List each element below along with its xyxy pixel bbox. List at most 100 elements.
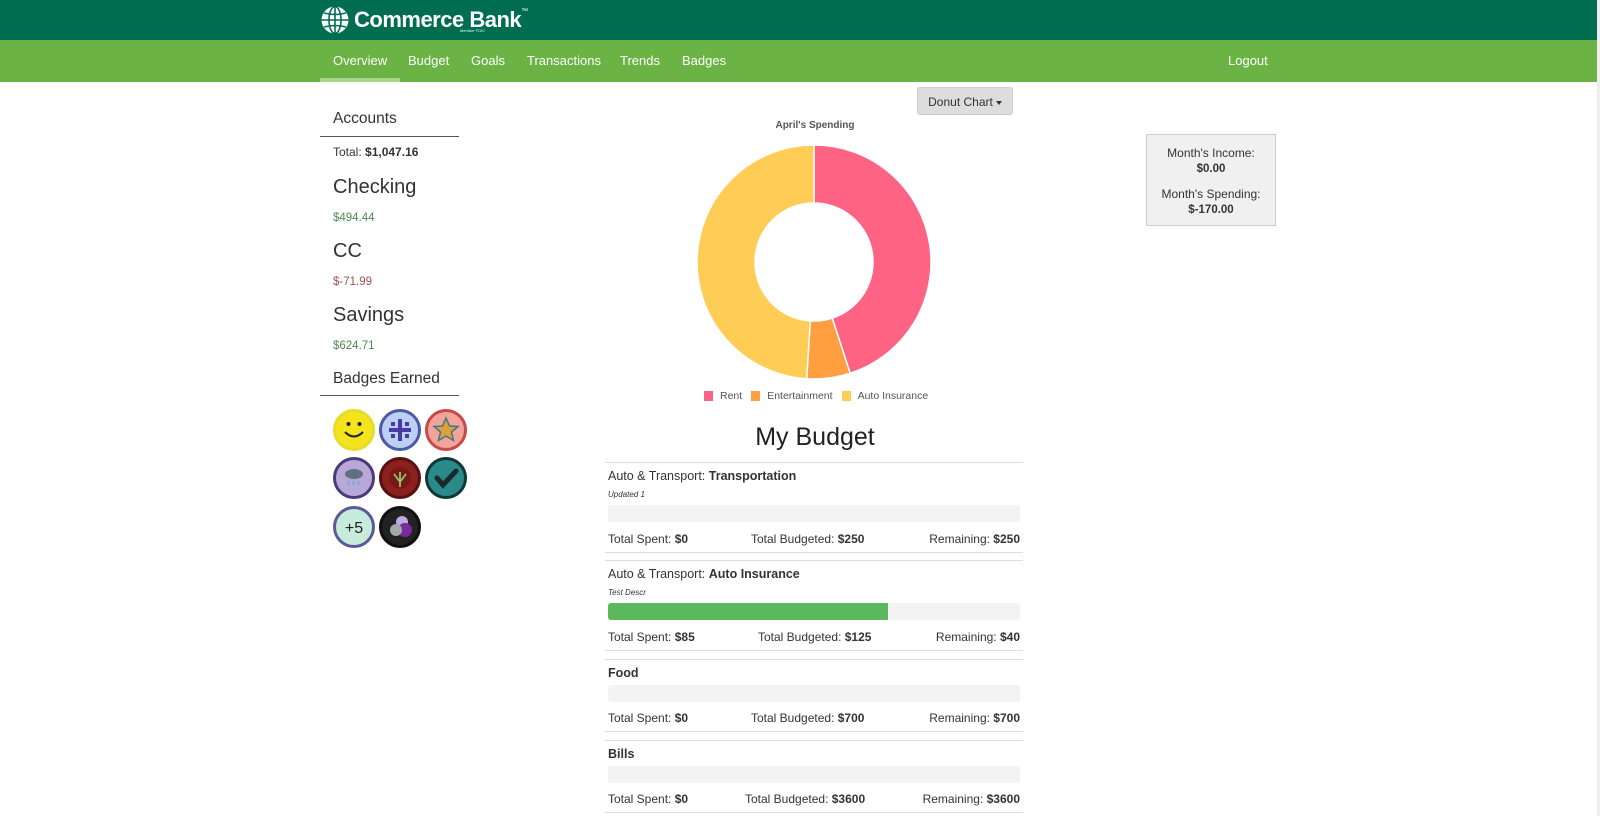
budget-item-header: Auto & Transport: Transportation xyxy=(608,469,796,483)
divider xyxy=(605,812,1023,813)
bank-logo[interactable]: Commerce Bank ™ Member FDIC xyxy=(320,5,528,35)
legend-item[interactable]: Auto Insurance xyxy=(841,390,928,402)
remaining-stat: Remaining: $40 xyxy=(936,630,1020,644)
spent-label: Total Spent: xyxy=(608,532,672,546)
spent-stat: Total Spent: $0 xyxy=(608,711,688,725)
budget-item-name: Transportation xyxy=(708,469,797,483)
spending-value: $-170.00 xyxy=(1188,204,1234,216)
plus-five-badge-icon[interactable]: +5 xyxy=(333,506,375,548)
donut-slice-auto-insurance[interactable] xyxy=(696,144,815,380)
account-balance-checking: $494.44 xyxy=(333,212,375,224)
nav-goals[interactable]: Goals xyxy=(471,40,505,82)
spent-label: Total Spent: xyxy=(608,630,672,644)
nav-budget[interactable]: Budget xyxy=(408,40,449,82)
brand-name: Commerce Bank xyxy=(354,7,522,32)
plant-badge-icon[interactable] xyxy=(379,457,421,499)
remaining-value: $40 xyxy=(999,630,1020,644)
budgeted-label: Total Budgeted: xyxy=(758,630,842,644)
plus-cross-badge-icon[interactable] xyxy=(379,409,421,451)
budgeted-label: Total Budgeted: xyxy=(751,532,835,546)
divider xyxy=(605,731,1023,732)
spent-stat: Total Spent: $0 xyxy=(608,532,688,546)
budgeted-value: $3600 xyxy=(831,792,866,806)
caret-down-icon xyxy=(995,100,1002,105)
divider xyxy=(605,560,1023,561)
plus-five-text: +5 xyxy=(345,520,363,537)
spent-label: Total Spent: xyxy=(608,792,672,806)
globe-logo-icon xyxy=(321,5,349,35)
budget-heading: My Budget xyxy=(755,423,875,451)
logout-link[interactable]: Logout xyxy=(1228,40,1268,82)
legend-swatch xyxy=(841,391,851,401)
budget-item-header: Auto & Transport: Auto Insurance xyxy=(608,567,800,581)
month-summary-box: Month's Income: $0.00 Month's Spending: … xyxy=(1146,134,1276,226)
chart-title: April's Spending xyxy=(775,120,855,131)
star-badge-icon[interactable] xyxy=(425,409,467,451)
legend-label: Entertainment xyxy=(767,390,833,402)
spending-donut-chart[interactable] xyxy=(696,144,932,380)
remaining-value: $250 xyxy=(993,532,1020,546)
spent-value: $0 xyxy=(674,792,689,806)
budget-item-name: Auto Insurance xyxy=(708,567,800,581)
nav-overview[interactable]: Overview xyxy=(319,40,401,82)
budgeted-label: Total Budgeted: xyxy=(751,711,835,725)
budget-item-description: Test Descr xyxy=(608,588,646,597)
budgeted-stat: Total Budgeted: $700 xyxy=(751,711,864,725)
nav-trends[interactable]: Trends xyxy=(620,40,660,82)
remaining-stat: Remaining: $250 xyxy=(929,532,1020,546)
budget-progress-bar xyxy=(608,685,1020,702)
circles-badge-icon[interactable] xyxy=(379,506,421,548)
main-nav: Overview Budget Goals Transactions Trend… xyxy=(0,40,1600,82)
remaining-label: Remaining: xyxy=(922,792,984,806)
accounts-heading: Accounts xyxy=(333,110,397,127)
remaining-label: Remaining: xyxy=(929,532,990,546)
budget-progress-bar xyxy=(608,603,1020,620)
budgeted-stat: Total Budgeted: $125 xyxy=(758,630,871,644)
budgeted-stat: Total Budgeted: $3600 xyxy=(745,792,865,806)
budget-item-description: Updated 1 xyxy=(608,490,645,499)
budget-item-category: Auto & Transport: xyxy=(608,469,706,483)
spent-value: $85 xyxy=(674,630,695,644)
budgeted-value: $250 xyxy=(837,532,865,546)
remaining-value: $3600 xyxy=(986,792,1020,806)
budgeted-label: Total Budgeted: xyxy=(745,792,829,806)
chart-type-label: Donut Chart xyxy=(928,95,993,109)
chart-type-dropdown[interactable]: Donut Chart xyxy=(917,87,1013,115)
budget-item-header: Food xyxy=(608,666,639,680)
checkmark-badge-icon[interactable] xyxy=(425,457,467,499)
remaining-label: Remaining: xyxy=(935,630,997,644)
trademark-mark: ™ xyxy=(521,7,529,15)
legend-swatch xyxy=(751,391,761,401)
budget-progress-bar xyxy=(608,505,1020,522)
progress-fill xyxy=(608,603,889,620)
total-value: $1,047.16 xyxy=(365,145,419,159)
header-bar: Commerce Bank ™ Member FDIC xyxy=(0,0,1600,40)
legend-item[interactable]: Rent xyxy=(704,390,742,402)
budget-progress-bar xyxy=(608,766,1020,783)
income-value: $0.00 xyxy=(1196,163,1226,175)
account-name-savings[interactable]: Savings xyxy=(333,304,404,327)
spent-label: Total Spent: xyxy=(608,711,672,725)
badges-heading: Badges Earned xyxy=(333,370,440,387)
spent-stat: Total Spent: $85 xyxy=(608,630,695,644)
account-name-cc[interactable]: CC xyxy=(333,240,362,263)
smiley-badge-icon[interactable] xyxy=(333,409,375,451)
budget-item-name: Bills xyxy=(608,747,635,761)
spent-value: $0 xyxy=(674,532,689,546)
rain-cloud-badge-icon[interactable] xyxy=(333,457,375,499)
account-name-checking[interactable]: Checking xyxy=(333,176,416,199)
income-label: Month's Income: xyxy=(1167,146,1255,160)
legend-label: Rent xyxy=(720,390,743,402)
nav-badges[interactable]: Badges xyxy=(682,40,726,82)
divider xyxy=(605,462,1023,463)
legend-item[interactable]: Entertainment xyxy=(751,390,833,402)
chart-legend: Rent Entertainment Auto Insurance xyxy=(704,390,937,402)
remaining-stat: Remaining: $700 xyxy=(929,711,1020,725)
budgeted-value: $700 xyxy=(837,711,865,725)
remaining-label: Remaining: xyxy=(929,711,990,725)
budget-item-category: Auto & Transport: xyxy=(608,567,706,581)
divider xyxy=(605,659,1023,660)
divider xyxy=(605,740,1023,741)
nav-transactions[interactable]: Transactions xyxy=(527,40,601,82)
remaining-stat: Remaining: $3600 xyxy=(923,792,1020,806)
